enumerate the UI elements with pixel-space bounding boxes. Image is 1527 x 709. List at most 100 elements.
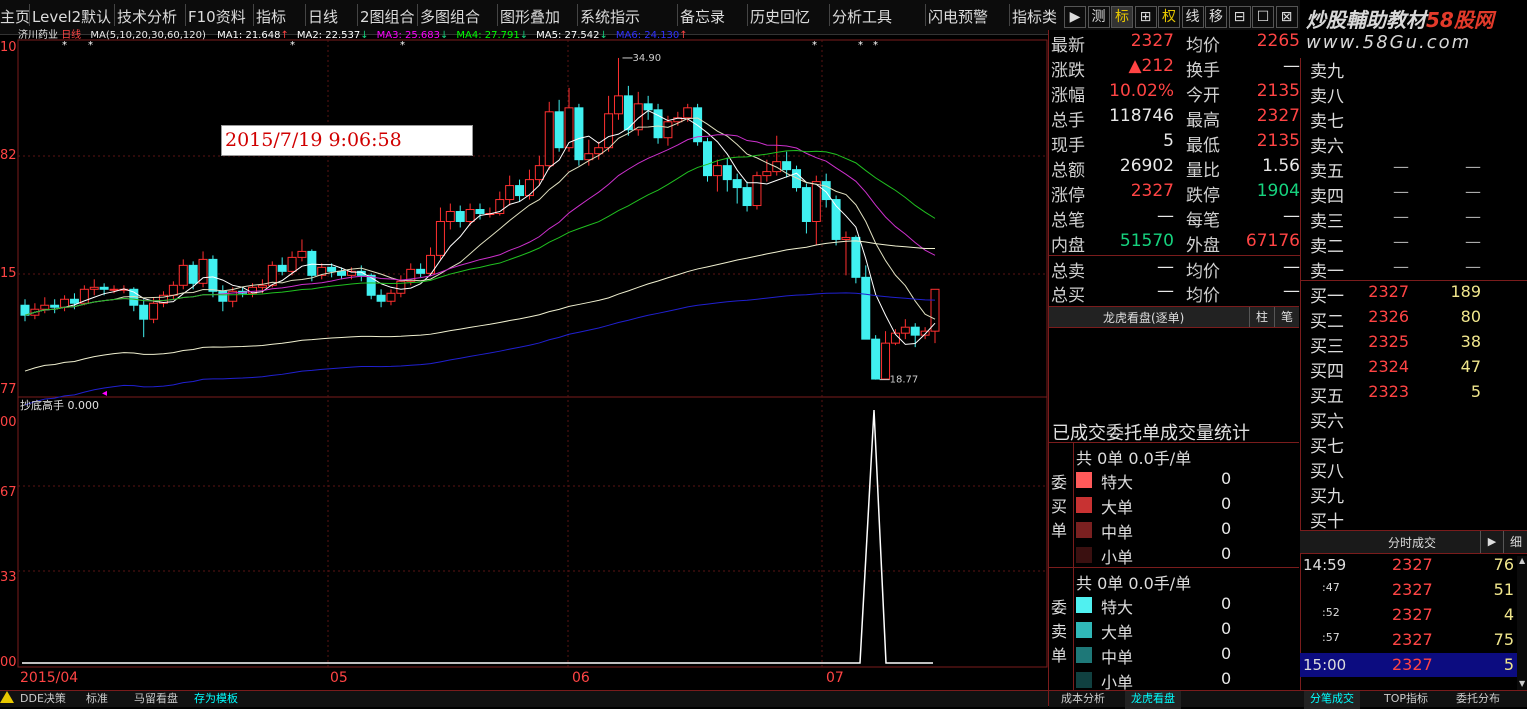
tab-standard[interactable]: 标准 [80, 691, 114, 709]
quote-label: 总买 [1051, 286, 1085, 306]
play-icon[interactable]: ▶ [1480, 531, 1503, 553]
menu-item-1[interactable]: Level2默认 [32, 6, 111, 27]
menu-item-12[interactable]: 分析工具 [832, 6, 892, 27]
detail-button[interactable]: 细 [1503, 531, 1527, 553]
candles [20, 57, 940, 380]
color-swatch [1076, 547, 1092, 563]
color-swatch [1076, 622, 1092, 638]
bid-price[interactable]: 2324 [1368, 357, 1409, 376]
ask-price[interactable]: — [1393, 257, 1409, 276]
size-label: 大单 [1101, 498, 1134, 517]
ask-price[interactable]: — [1393, 207, 1409, 226]
y-label-main-1: 10 [0, 40, 17, 55]
tab-top-indicator[interactable]: TOP指标 [1378, 691, 1434, 709]
ask-level-label: 卖六 [1310, 137, 1344, 157]
quote-row: 总手 118746 最高 2327 [1048, 105, 1300, 131]
scroll-down-icon[interactable]: ▼ [1519, 679, 1525, 688]
quote-value: 2135 [1256, 81, 1300, 101]
dragon-tab-title[interactable]: 龙虎看盘(逐单) [1103, 309, 1184, 326]
ask-level-label: 卖七 [1310, 112, 1344, 132]
dragon-tab-bar-mode[interactable]: 柱 [1249, 307, 1274, 327]
quote-value: 67176 [1245, 231, 1300, 251]
tab-dde[interactable]: DDE决策 [14, 691, 72, 709]
side-char: 委 [1051, 598, 1068, 617]
menu-item-5[interactable]: 日线 [308, 6, 338, 27]
candle-body [455, 211, 465, 222]
menu-item-13[interactable]: 闪电预警 [928, 6, 988, 27]
tick-volume: 51 [1493, 580, 1514, 599]
toolbar-button-4[interactable]: 权 [1158, 6, 1180, 28]
quote-row: 总笔 — 每笔 — [1048, 205, 1300, 231]
tick-volume: 5 [1503, 655, 1514, 674]
signal-mark: * [873, 40, 878, 51]
menu-item-9[interactable]: 系统指示 [580, 6, 640, 27]
candle-body [871, 338, 881, 380]
menu-item-11[interactable]: 历史回忆 [750, 6, 810, 27]
dragon-tab-tick-mode[interactable]: 笔 [1274, 307, 1299, 327]
quote-value: — [1283, 281, 1300, 301]
toolbar-button-3[interactable]: ⊞ [1134, 6, 1157, 28]
quote-row: 最新 2327 均价 2265 [1048, 30, 1300, 56]
menu-item-3[interactable]: F10资料 [188, 6, 246, 27]
menu-item-0[interactable]: 主页 [0, 6, 30, 27]
tab-dragon[interactable]: 龙虎看盘 [1125, 691, 1181, 709]
toolbar-button-8[interactable]: ☐ [1252, 6, 1274, 28]
bid-price[interactable]: 2325 [1368, 332, 1409, 351]
menu-item-2[interactable]: 技术分析 [117, 6, 177, 27]
menu-item-14[interactable]: 指标类 [1012, 6, 1057, 27]
tick-list: 14:59 2327 76:47 2327 51:52 2327 4:57 2327 75 15:… [1300, 553, 1527, 690]
tab-tick-trades[interactable]: 分笔成交 [1304, 691, 1360, 709]
quote-value: 1904 [1256, 181, 1300, 201]
warning-icon [0, 691, 14, 703]
kline-chart[interactable]: 34.90 18.77 * * * * * * * ◂ [0, 26, 1048, 696]
menu-item-10[interactable]: 备忘录 [680, 6, 725, 27]
scroll-up-icon[interactable]: ▲ [1519, 556, 1525, 565]
bid-level-label: 买六 [1310, 412, 1344, 432]
candle-body [69, 298, 79, 304]
ask-price[interactable]: — [1393, 232, 1409, 251]
toolbar-button-5[interactable]: 线 [1181, 6, 1204, 28]
tab-order-distribution[interactable]: 委托分布 [1450, 691, 1506, 709]
tick-row: :57 2327 75 [1300, 628, 1517, 652]
ask-price[interactable]: — [1393, 182, 1409, 201]
ticks-scrollbar[interactable]: ▲ ▼ [1517, 556, 1527, 690]
toolbar-button-7[interactable]: ⊟ [1228, 6, 1251, 28]
ma-line-20 [24, 134, 936, 316]
quote-value: 2327 [1130, 31, 1174, 51]
quote-label: 换手 [1186, 61, 1220, 81]
ma-line-60 [24, 240, 936, 372]
ask-price[interactable]: — [1393, 157, 1409, 176]
toolbar-button-0[interactable]: ▶ [1064, 6, 1086, 28]
menu-item-7[interactable]: 多图组合 [420, 6, 480, 27]
menu-separator [1009, 4, 1010, 26]
candle-body [910, 326, 920, 336]
tab-save-template[interactable]: 存为模板 [188, 691, 244, 709]
ask-level-label: 卖八 [1310, 87, 1344, 107]
menu-item-8[interactable]: 图形叠加 [500, 6, 560, 27]
toolbar-button-6[interactable]: 移 [1205, 6, 1227, 28]
bid-price[interactable]: 2323 [1368, 382, 1409, 401]
menu-separator [185, 4, 186, 26]
quote-label: 总笔 [1051, 211, 1085, 231]
menu-separator [114, 4, 115, 26]
candle-body [801, 187, 811, 222]
bid-level-label: 买一 [1310, 287, 1344, 307]
tab-cost-analysis[interactable]: 成本分析 [1055, 691, 1111, 709]
toolbar-button-2[interactable]: 标 [1111, 6, 1133, 28]
toolbar-button-1[interactable]: 测 [1087, 6, 1110, 28]
candle-body [772, 161, 782, 173]
menu-separator [253, 4, 254, 26]
color-swatch [1076, 522, 1092, 538]
bid-price[interactable]: 2327 [1368, 282, 1409, 301]
bid-level-label: 买九 [1310, 487, 1344, 507]
quote-row: 总卖 — 均价 — [1048, 255, 1300, 282]
tab-maliu[interactable]: 马留看盘 [128, 691, 184, 709]
menu-item-4[interactable]: 指标 [256, 6, 286, 27]
tick-time: 14:59 [1303, 556, 1347, 574]
tick-row: 14:59 2327 76 [1300, 553, 1517, 577]
toolbar-button-9[interactable]: ⊠ [1275, 6, 1298, 28]
bid-price[interactable]: 2326 [1368, 307, 1409, 326]
tick-time: 15:00 [1303, 656, 1347, 674]
menu-item-6[interactable]: 2图组合 [360, 6, 415, 27]
candle-body [594, 147, 604, 155]
